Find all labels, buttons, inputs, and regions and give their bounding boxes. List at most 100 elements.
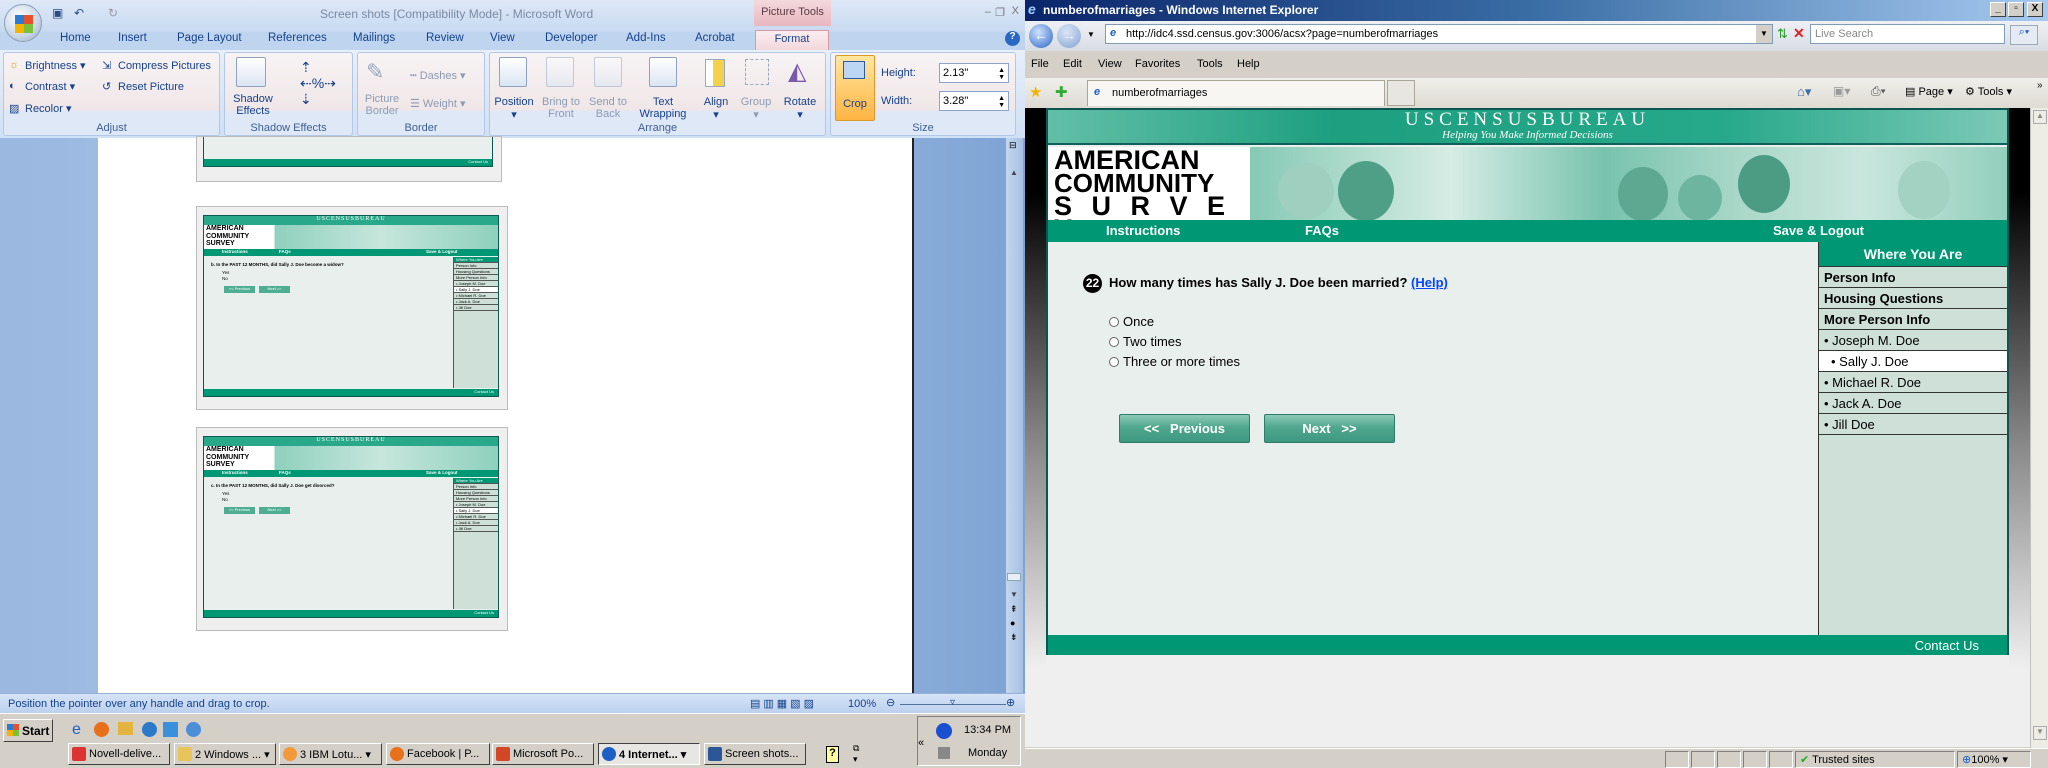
search-input[interactable]: Live Search <box>1810 24 2005 44</box>
radio-button[interactable] <box>1109 317 1119 327</box>
nav-faqs[interactable]: FAQs <box>1305 223 1339 238</box>
sidebar-item-michael[interactable]: • Michael R. Doe <box>1819 372 2007 393</box>
next-button[interactable]: Next >> <box>1264 414 1395 443</box>
back-button[interactable]: ← <box>1029 24 1053 48</box>
brightness-button[interactable]: ☼ Brightness ▾ <box>9 59 86 73</box>
ie-quicklaunch-icon[interactable]: e <box>72 721 81 739</box>
office-button[interactable] <box>4 4 42 42</box>
option-three-or-more[interactable]: Three or more times <box>1109 354 1240 369</box>
position-button[interactable]: Position ▾ <box>492 96 536 121</box>
screenshot-thumbnail-3[interactable]: USCENSUSBUREAU AMERICAN COMMUNITY SURVEY I… <box>196 427 508 631</box>
start-button[interactable]: Start <box>3 719 53 742</box>
new-tab-button[interactable] <box>1387 80 1415 106</box>
screenshot-thumbnail-1[interactable]: Contact Us <box>196 136 502 182</box>
browser-tab[interactable]: e numberofmarriages <box>1087 80 1385 106</box>
page-menu[interactable]: ▤ Page ▾ <box>1905 85 1953 98</box>
screenshot-thumbnail-2[interactable]: USCENSUSBUREAU AMERICAN COMMUNITY SURVEY I… <box>196 206 508 410</box>
redo-icon[interactable]: ↻ <box>108 6 122 20</box>
nav-instructions[interactable]: Instructions <box>1106 223 1180 238</box>
previous-page-icon[interactable]: ⇞ <box>1010 604 1018 615</box>
task-ibm-lotus[interactable]: 3 IBM Lotu... ▾ <box>279 743 382 765</box>
tools-menu[interactable]: ⚙ Tools ▾ <box>1965 85 2012 98</box>
menu-help[interactable]: Help <box>1237 58 1260 70</box>
tab-add-ins[interactable]: Add-Ins <box>626 32 666 49</box>
zoom-out-icon[interactable]: ⊖ <box>886 696 895 709</box>
scroll-up-icon[interactable]: ▲ <box>1010 168 1018 177</box>
reset-picture-button[interactable]: ↺ Reset Picture <box>102 80 184 94</box>
menu-tools[interactable]: Tools <box>1197 58 1223 70</box>
sidebar-item-sally-current[interactable]: • Sally J. Doe <box>1819 351 2007 372</box>
tab-page-layout[interactable]: Page Layout <box>177 32 242 49</box>
menu-file[interactable]: File <box>1031 58 1049 70</box>
task-internet-explorer[interactable]: 4 Internet... ▾ <box>598 743 700 765</box>
bring-to-front-button[interactable]: Bring to Front <box>538 96 584 120</box>
scroll-down-icon[interactable]: ▼ <box>1010 590 1018 599</box>
contrast-button[interactable]: ◐ Contrast ▾ <box>9 80 75 94</box>
tab-insert[interactable]: Insert <box>118 32 147 49</box>
sidebar-item-housing-questions[interactable]: Housing Questions <box>1819 288 2007 309</box>
clock-time[interactable]: 13:34 PM <box>964 724 1011 736</box>
address-dropdown-icon[interactable]: ▼ <box>1756 25 1772 43</box>
radio-button[interactable] <box>1109 337 1119 347</box>
app-quicklaunch-icon[interactable] <box>163 722 178 737</box>
task-windows[interactable]: 2 Windows ... ▾ <box>174 743 276 765</box>
shadow-effects-button[interactable]: Shadow Effects <box>231 93 275 117</box>
save-icon[interactable]: ▣ <box>52 6 66 20</box>
send-to-back-button[interactable]: Send to Back <box>586 96 630 120</box>
menu-view[interactable]: View <box>1098 58 1122 70</box>
undo-icon[interactable]: ↶ <box>74 6 88 20</box>
next-page-icon[interactable]: ⇟ <box>1010 632 1018 643</box>
compress-pictures-button[interactable]: ⇲ Compress Pictures <box>102 59 211 73</box>
minimize-icon[interactable]: – <box>985 6 991 18</box>
recolor-button[interactable]: ▨ Recolor ▾ <box>9 102 71 116</box>
word-vertical-scrollbar[interactable]: ⊟ ▲ ▼ ⇞ ● ⇟ <box>1006 138 1023 693</box>
stop-icon[interactable]: ✕ <box>1793 25 1805 42</box>
print-icon[interactable]: ⎙▾ <box>1871 84 1886 99</box>
app-quicklaunch-icon-2[interactable] <box>186 722 201 737</box>
close-icon[interactable]: X <box>1012 5 1019 17</box>
tab-review[interactable]: Review <box>426 32 464 49</box>
help-tray-icon[interactable]: ? <box>826 746 839 763</box>
home-icon[interactable]: ⌂▾ <box>1797 84 1811 100</box>
menu-favorites[interactable]: Favorites <box>1135 58 1180 70</box>
option-once[interactable]: Once <box>1109 314 1154 329</box>
menu-edit[interactable]: Edit <box>1063 58 1082 70</box>
view-buttons[interactable]: ▤▥▦▧▨ <box>750 697 817 710</box>
tab-developer[interactable]: Developer <box>545 32 597 49</box>
help-icon[interactable]: ? <box>1005 31 1020 46</box>
width-input[interactable]: 3.28" ▲ ▼ <box>939 91 1009 111</box>
task-facebook[interactable]: Facebook | P... <box>386 743 490 765</box>
weight-button[interactable]: ☰ Weight ▾ <box>410 97 466 110</box>
sidebar-item-jill[interactable]: • Jill Doe <box>1819 414 2007 435</box>
add-favorites-icon[interactable]: ✚ <box>1055 83 1068 101</box>
tab-home[interactable]: Home <box>60 32 91 49</box>
sidebar-item-more-person-info[interactable]: More Person Info <box>1819 309 2007 330</box>
sidebar-item-joseph[interactable]: • Joseph M. Doe <box>1819 330 2007 351</box>
tab-acrobat[interactable]: Acrobat <box>695 32 735 49</box>
search-icon[interactable]: ⌕▾ <box>2010 25 2038 45</box>
task-word[interactable]: Screen shots... <box>704 743 806 765</box>
tab-mailings[interactable]: Mailings <box>353 32 395 49</box>
network-monitor-icon[interactable] <box>936 723 952 739</box>
nudge-shadow-icons[interactable]: ⇡ ⇠%⇢ ⇣ <box>300 59 336 107</box>
firefox-quicklaunch-icon[interactable] <box>94 722 109 737</box>
text-wrapping-button[interactable]: Text Wrapping <box>633 96 693 120</box>
maximize-button[interactable]: ▫ <box>2008 2 2024 17</box>
task-powerpoint[interactable]: Microsoft Po... <box>492 743 594 765</box>
group-button[interactable]: Group ▾ <box>738 96 774 121</box>
zoom-control[interactable]: ⊕100% ▾ <box>1957 751 2031 768</box>
address-bar[interactable]: e http://idc4.ssd.census.gov:3006/acsx?p… <box>1105 24 1773 44</box>
height-input[interactable]: 2.13" ▲ ▼ <box>939 63 1009 83</box>
scroll-up-icon[interactable]: ▲ <box>2033 110 2047 124</box>
tab-view[interactable]: View <box>490 32 515 49</box>
sidebar-item-jack[interactable]: • Jack A. Doe <box>1819 393 2007 414</box>
picture-border-button[interactable]: Picture Border <box>362 93 402 117</box>
scroll-thumb[interactable] <box>1007 573 1021 581</box>
census-bureau-logo[interactable]: USCENSUSBUREAU <box>1048 110 2007 130</box>
option-two-times[interactable]: Two times <box>1109 334 1182 349</box>
restore-icon[interactable]: ❐ <box>995 6 1005 19</box>
network-icon[interactable] <box>938 747 950 759</box>
close-button[interactable]: X <box>2027 2 2043 17</box>
task-novell[interactable]: Novell-delive... <box>68 743 170 765</box>
align-button[interactable]: Align ▾ <box>700 96 732 121</box>
